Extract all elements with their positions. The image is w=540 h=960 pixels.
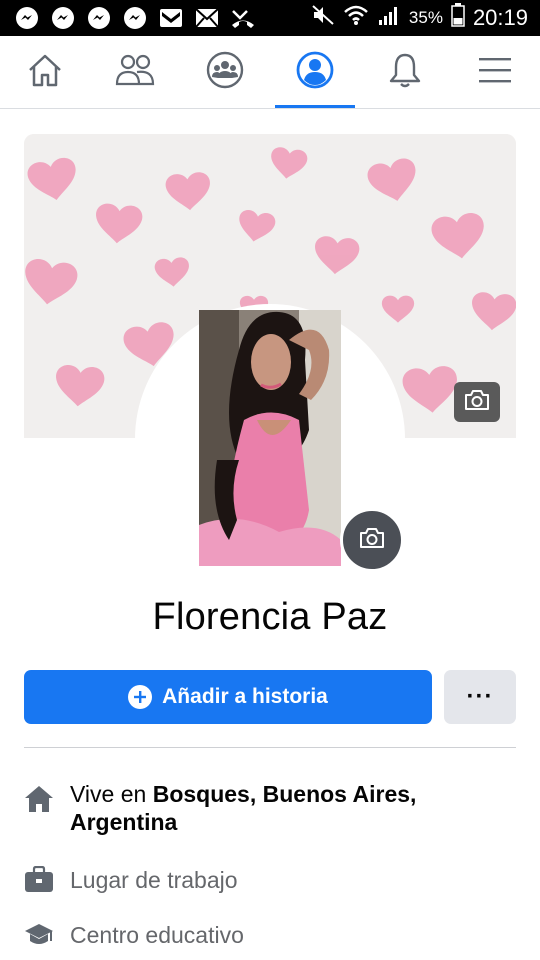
home-icon (26, 52, 64, 93)
house-icon (24, 784, 54, 814)
intro-education[interactable]: Centro educativo (24, 920, 516, 950)
hamburger-menu-icon (478, 56, 512, 89)
mute-icon (311, 4, 335, 32)
edit-profile-picture-button[interactable] (340, 508, 404, 572)
intro-workplace[interactable]: Lugar de trabajo (24, 865, 516, 895)
tab-notifications[interactable] (365, 36, 445, 108)
signal-icon (377, 4, 401, 32)
more-options-button[interactable]: ··· (444, 670, 516, 724)
education-label: Centro educativo (70, 922, 244, 948)
profile-picture[interactable] (199, 310, 341, 566)
notification-icons (14, 5, 256, 31)
messenger-icon (14, 5, 40, 31)
tab-friends[interactable] (95, 36, 175, 108)
lives-in-prefix: Vive en (70, 781, 153, 807)
tab-menu[interactable] (455, 36, 535, 108)
tab-home[interactable] (5, 36, 85, 108)
graduation-cap-icon (24, 920, 54, 950)
messenger-icon (86, 5, 112, 31)
more-options-label: ··· (466, 683, 494, 710)
tab-profile[interactable] (275, 36, 355, 108)
missed-call-icon (230, 5, 256, 31)
divider (24, 747, 516, 748)
add-to-story-label: Añadir a historia (162, 685, 328, 708)
camera-icon (464, 389, 490, 416)
clock: 20:19 (472, 5, 528, 30)
tab-groups[interactable] (185, 36, 265, 108)
plus-icon (128, 685, 153, 709)
gmail-icon (158, 5, 184, 31)
edit-cover-button[interactable] (454, 382, 500, 422)
groups-icon (205, 50, 245, 95)
intro-lives-in: Vive en Bosques, Buenos Aires, Argentina (24, 780, 516, 836)
profile-name: Florencia Paz (152, 596, 388, 638)
top-navigation (0, 36, 540, 109)
email-icon (194, 5, 220, 31)
battery-icon (451, 3, 465, 33)
messenger-icon (122, 5, 148, 31)
camera-icon (359, 527, 385, 554)
battery-percent: 35% (408, 8, 443, 27)
friends-icon (115, 53, 155, 92)
add-to-story-button[interactable]: Añadir a historia (24, 670, 432, 724)
status-bar: 35% 20:19 (0, 0, 540, 36)
wifi-icon (343, 4, 369, 32)
profile-icon (295, 50, 335, 95)
briefcase-icon (24, 865, 54, 895)
messenger-icon (50, 5, 76, 31)
workplace-label: Lugar de trabajo (70, 867, 238, 893)
bell-icon (387, 51, 423, 94)
